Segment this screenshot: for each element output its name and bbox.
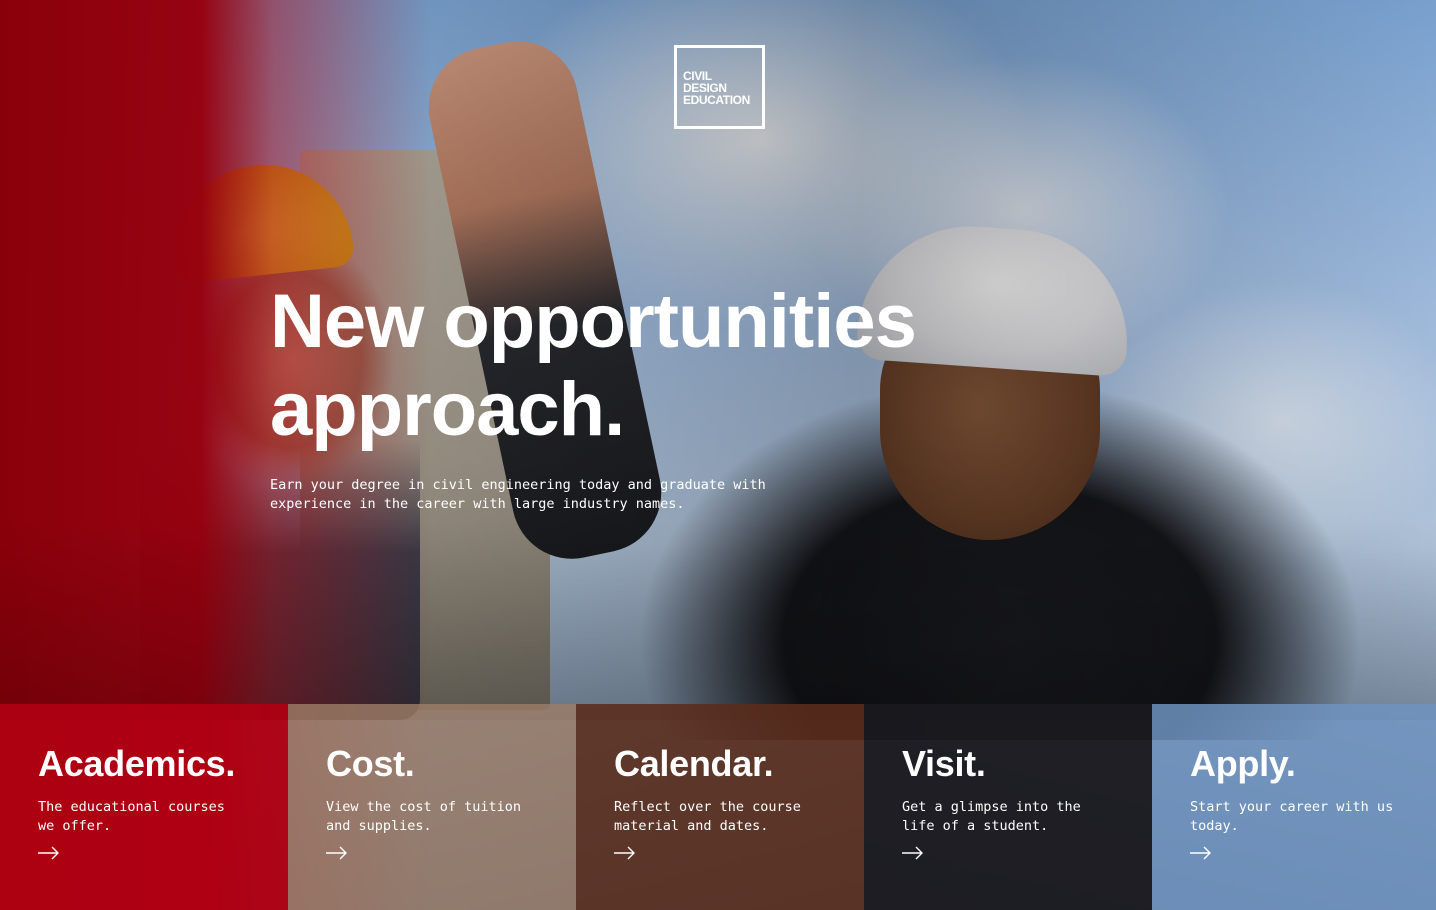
card-academics[interactable]: Academics. The educational courses we of… (0, 704, 288, 910)
arrow-right-icon[interactable] (902, 846, 924, 860)
card-title: Calendar. (614, 743, 774, 784)
bottom-shade (0, 520, 1436, 720)
card-cost[interactable]: Cost. View the cost of tuition and suppl… (288, 704, 576, 910)
arrow-right-icon[interactable] (614, 846, 636, 860)
card-visit[interactable]: Visit. Get a glimpse into the life of a … (864, 704, 1152, 910)
nav-cards: Academics. The educational courses we of… (0, 704, 1436, 910)
logo-text: CIVIL DESIGN EDUCATION (683, 69, 750, 107)
card-calendar[interactable]: Calendar. Reflect over the course materi… (576, 704, 864, 910)
card-description: View the cost of tuition and supplies. (326, 799, 522, 834)
hero-headline: New opportunities approach. (270, 279, 917, 452)
card-title: Apply. (1190, 743, 1296, 784)
card-title: Academics. (38, 743, 236, 784)
card-description: The educational courses we offer. (38, 799, 225, 834)
site-logo[interactable]: CIVIL DESIGN EDUCATION (674, 45, 765, 129)
card-description: Get a glimpse into the life of a student… (902, 799, 1081, 834)
arrow-right-icon[interactable] (1190, 846, 1212, 860)
arrow-right-icon[interactable] (38, 846, 60, 860)
hero-subtext: Earn your degree in civil engineering to… (270, 477, 766, 512)
card-apply[interactable]: Apply. Start your career with us today. (1152, 704, 1436, 910)
arrow-right-icon[interactable] (326, 846, 348, 860)
card-description: Start your career with us today. (1190, 799, 1394, 834)
card-title: Visit. (902, 743, 986, 784)
card-description: Reflect over the course material and dat… (614, 799, 801, 834)
hero-section: CIVIL DESIGN EDUCATION New opportunities… (0, 0, 1436, 910)
card-title: Cost. (326, 743, 415, 784)
